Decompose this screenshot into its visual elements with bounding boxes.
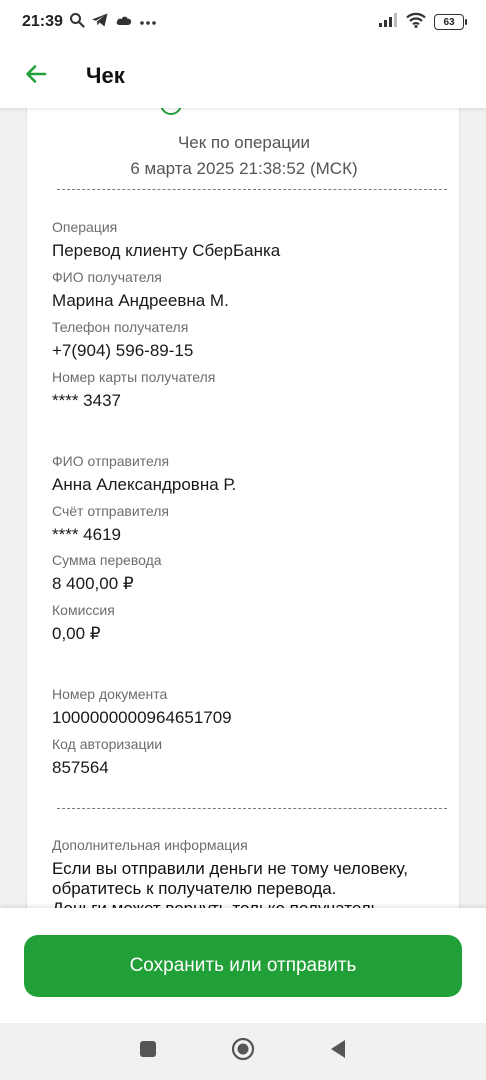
field-value-sender-name: Анна Александровна Р.	[52, 475, 237, 494]
home-button[interactable]	[223, 1032, 263, 1072]
cloud-icon	[115, 13, 133, 32]
field-label-recipient-card: Номер карты получателя	[52, 369, 216, 385]
recents-square-icon	[139, 1040, 157, 1063]
telegram-icon	[91, 12, 109, 33]
status-icons-right: 63	[378, 12, 467, 33]
system-nav-bar	[0, 1023, 486, 1080]
app-bar: Чек	[0, 44, 486, 108]
search-icon	[69, 12, 85, 33]
status-bar: 21:39 63	[0, 0, 486, 44]
receipt-card: Чек по операции 6 марта 2025 21:38:52 (М…	[26, 108, 460, 908]
arrow-left-icon	[24, 62, 48, 91]
receipt-heading: Чек по операции	[177, 133, 311, 152]
home-circle-icon	[231, 1037, 255, 1066]
recents-button[interactable]	[128, 1032, 168, 1072]
field-label-operation: Операция	[52, 219, 118, 235]
field-label-document-number: Номер документа	[52, 686, 168, 702]
field-value-commission: 0,00 ₽	[52, 624, 101, 643]
field-label-sender-name: ФИО отправителя	[52, 453, 170, 469]
field-value-recipient-card: **** 3437	[52, 391, 122, 410]
field-value-amount: 8 400,00 ₽	[52, 574, 134, 593]
divider	[57, 189, 447, 190]
field-value-document-number: 1000000000964651709	[52, 708, 232, 727]
field-label-amount: Сумма перевода	[52, 552, 162, 568]
field-value-recipient-name: Марина Андреевна М.	[52, 291, 229, 310]
additional-info-line: Деньги может вернуть только получатель	[52, 899, 432, 908]
additional-info-line: Если вы отправили деньги не тому человек…	[52, 859, 408, 878]
receipt-date: 6 марта 2025 21:38:52 (МСК)	[130, 159, 358, 178]
field-label-recipient-name: ФИО получателя	[52, 269, 162, 285]
field-label-recipient-phone: Телефон получателя	[52, 319, 189, 335]
divider	[57, 808, 447, 809]
status-time: 21:39	[22, 13, 63, 30]
signal-icon	[378, 12, 398, 33]
page-title: Чек	[86, 63, 125, 88]
field-value-operation: Перевод клиенту СберБанка	[52, 241, 281, 260]
additional-info-line: обратитесь к получателю перевода.	[52, 879, 337, 898]
field-value-sender-account: **** 4619	[52, 525, 122, 544]
back-button[interactable]	[0, 44, 72, 108]
success-check-icon	[160, 108, 182, 115]
field-value-recipient-phone: +7(904) 596-89-15	[52, 341, 194, 360]
system-back-button[interactable]	[318, 1032, 358, 1072]
back-triangle-icon	[329, 1039, 347, 1064]
field-label-sender-account: Счёт отправителя	[52, 503, 169, 519]
more-dots-icon	[139, 13, 157, 31]
field-value-auth-code: 857564	[52, 758, 109, 777]
field-label-auth-code: Код авторизации	[52, 736, 163, 752]
receipt-scroll-area[interactable]: Чек по операции 6 марта 2025 21:38:52 (М…	[0, 108, 486, 908]
status-icons-left	[69, 12, 157, 33]
save-or-send-button[interactable]: Сохранить или отправить	[24, 935, 462, 997]
additional-info-label: Дополнительная информация	[52, 837, 248, 853]
wifi-icon	[406, 12, 426, 33]
bottom-action-panel: Сохранить или отправить	[0, 908, 486, 1023]
field-label-commission: Комиссия	[52, 602, 115, 618]
battery-icon: 63	[434, 14, 467, 30]
